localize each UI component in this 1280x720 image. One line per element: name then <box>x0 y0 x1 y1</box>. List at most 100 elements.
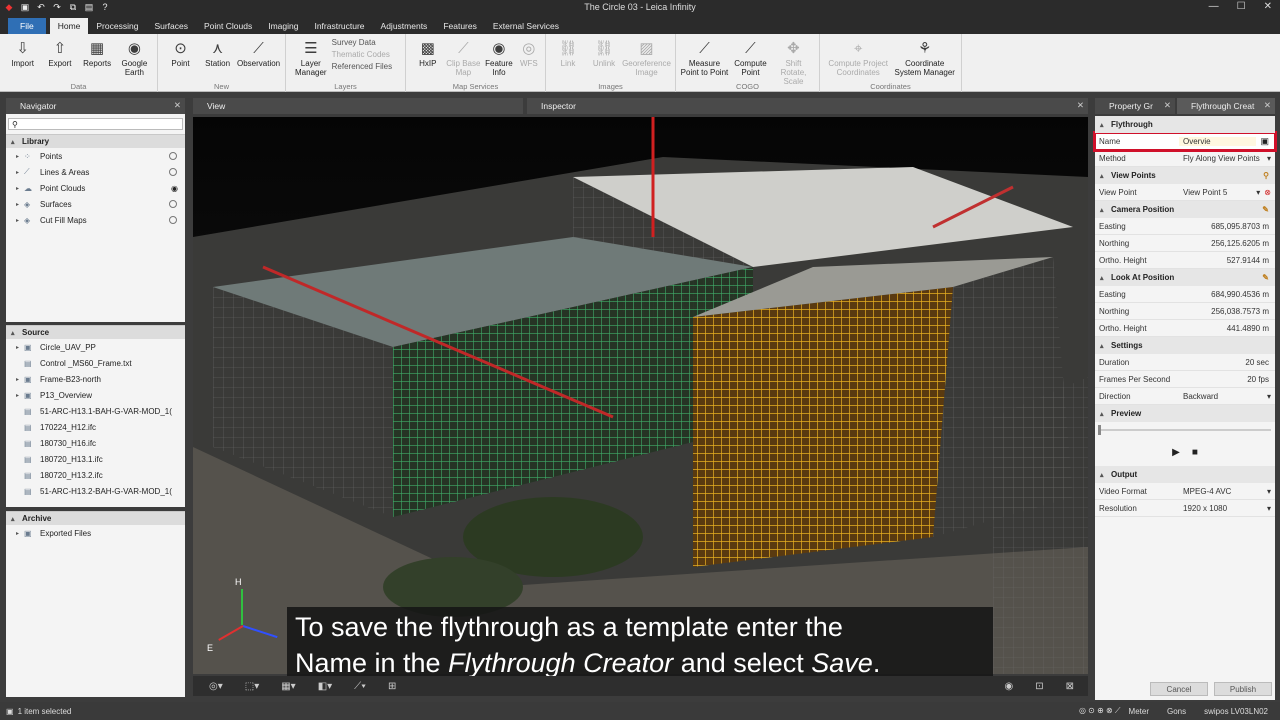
close-icon[interactable]: ✕ <box>1264 1 1272 12</box>
camera-position-section[interactable]: Camera Position✎ <box>1095 201 1275 218</box>
camera-easting-field[interactable]: 685,095.8703 m <box>1179 222 1275 231</box>
list-item[interactable]: ▸ ▣ Exported Files <box>6 525 185 541</box>
fps-field[interactable]: 20 fps <box>1179 375 1275 384</box>
units-selector[interactable]: Meter <box>1129 707 1149 716</box>
eye-icon[interactable]: ◉ <box>171 184 178 193</box>
play-icon[interactable]: ▶ <box>1172 447 1180 458</box>
settings-section[interactable]: Settings <box>1095 337 1275 354</box>
list-item[interactable]: ▸ ◈ Surfaces <box>6 196 185 212</box>
eye-icon[interactable]: ◉ <box>1004 681 1013 692</box>
camera-northing-field[interactable]: 256,125.6205 m <box>1179 239 1275 248</box>
navigation-icon[interactable]: ◎▾ <box>209 681 223 692</box>
tab-inspector[interactable]: Inspector ✕ <box>527 98 1088 114</box>
look-at-section[interactable]: Look At Position✎ <box>1095 269 1275 286</box>
group-data: ⇩ Import ⇧ Export ▦ Reports ◉ Google Earth D… <box>0 34 158 92</box>
cancel-button[interactable]: Cancel <box>1150 682 1208 696</box>
list-item[interactable]: ▤ 180730_H16.ifc <box>6 435 185 451</box>
fullscreen-icon[interactable]: ⊡ <box>1035 681 1043 692</box>
list-item[interactable]: ▤ 51-ARC-H13.1-BAH-G-VAR-MOD_1( <box>6 403 185 419</box>
duration-field[interactable]: 20 sec <box>1179 358 1275 367</box>
angle-selector[interactable]: Gons <box>1167 707 1186 716</box>
import-icon: ⇩ <box>16 40 29 57</box>
list-item[interactable]: ▤ Control _MS60_Frame.txt <box>6 355 185 371</box>
zoom-extent-icon[interactable]: ⊠ <box>1066 681 1074 692</box>
lookat-ortho-field[interactable]: 441.4890 m <box>1179 324 1275 333</box>
minimize-icon[interactable]: — <box>1209 1 1219 12</box>
resolution-select[interactable]: 1920 x 1080 <box>1179 504 1275 513</box>
save-icon[interactable]: ▣ <box>1260 136 1269 147</box>
source-header[interactable]: Source <box>6 325 185 339</box>
list-item[interactable]: ▸ ◈ Cut Fill Maps <box>6 212 185 228</box>
tab-infrastructure[interactable]: Infrastructure <box>306 18 372 34</box>
list-item[interactable]: ▸ ▣ Frame-B23-north <box>6 371 185 387</box>
thematic-codes-dropdown[interactable]: Thematic Codes <box>332 50 401 59</box>
title-bar: ◆ ▣ ↶ ↷ ⧉ ▤ ? The Circle 03 - Leica Infi… <box>0 0 1280 16</box>
tab-imaging[interactable]: Imaging <box>260 18 306 34</box>
selection-icon[interactable]: ⬚▾ <box>245 681 259 692</box>
lookat-northing-field[interactable]: 256,038.7573 m <box>1179 307 1275 316</box>
tab-features[interactable]: Features <box>435 18 485 34</box>
tab-adjustments[interactable]: Adjustments <box>373 18 436 34</box>
view-point-select[interactable]: View Point 5 <box>1179 188 1264 197</box>
archive-header[interactable]: Archive <box>6 511 185 525</box>
tab-point-clouds[interactable]: Point Clouds <box>196 18 260 34</box>
list-item[interactable]: ▤ 51-ARC-H13.2-BAH-G-VAR-MOD_1( <box>6 483 185 499</box>
visibility-toggle[interactable] <box>169 168 177 176</box>
tab-view[interactable]: View <box>193 98 523 114</box>
survey-data-dropdown[interactable]: Survey Data <box>332 38 401 47</box>
visibility-toggle[interactable] <box>169 152 177 160</box>
tab-property-grid[interactable]: Property Gr ✕ <box>1095 98 1175 114</box>
publish-button[interactable]: Publish <box>1214 682 1272 696</box>
shift-icon: ✥ <box>787 40 800 57</box>
name-field[interactable]: Overvie <box>1179 136 1257 146</box>
close-icon[interactable]: ✕ <box>1164 100 1171 111</box>
edit-icon[interactable]: ✎ <box>1262 273 1269 282</box>
video-format-select[interactable]: MPEG-4 AVC <box>1179 487 1275 496</box>
preview-slider[interactable] <box>1095 422 1275 438</box>
list-item[interactable]: ▸ ⁘ Points <box>6 148 185 164</box>
list-item[interactable]: ▸ ☁ Point Clouds ◉ <box>6 180 185 196</box>
maximize-icon[interactable]: ☐ <box>1237 1 1246 12</box>
direction-select[interactable]: Backward <box>1179 392 1275 401</box>
referenced-files-dropdown[interactable]: Referenced Files <box>332 62 401 71</box>
tab-processing[interactable]: Processing <box>88 18 146 34</box>
visibility-toggle[interactable] <box>169 216 177 224</box>
tab-flythrough-creator[interactable]: Flythrough Creat ✕ <box>1177 98 1275 114</box>
list-item[interactable]: ▤ 180720_H13.2.ifc <box>6 467 185 483</box>
search-input[interactable]: ⚲ <box>8 118 183 130</box>
clip-box-icon[interactable]: ⊞ <box>388 681 396 692</box>
preview-section[interactable]: Preview <box>1095 405 1275 422</box>
snap-icon[interactable]: ◎ ⊙ ⊕ ⊗ ⟋ <box>1079 706 1121 716</box>
flythrough-section[interactable]: Flythrough <box>1095 116 1275 133</box>
close-icon[interactable]: ✕ <box>1077 100 1084 111</box>
coordinate-system-status[interactable]: swipos LV03LN02 <box>1204 707 1268 716</box>
point-cloud-viewport[interactable]: H E <box>193 117 1088 674</box>
view-mode-icon[interactable]: ▦▾ <box>281 681 295 692</box>
axis-gizmo: H E <box>207 577 278 657</box>
list-item[interactable]: ▤ 180720_H13.1.ifc <box>6 451 185 467</box>
lookat-easting-field[interactable]: 684,990.4536 m <box>1179 290 1275 299</box>
close-icon[interactable]: ✕ <box>174 100 181 111</box>
delete-icon[interactable]: ⊗ <box>1264 188 1271 197</box>
render-icon[interactable]: ◧▾ <box>318 681 332 692</box>
pin-icon[interactable]: ⚲ <box>1263 171 1269 180</box>
view-points-section[interactable]: View Points⚲ <box>1095 167 1275 184</box>
visibility-toggle[interactable] <box>169 200 177 208</box>
stop-icon[interactable]: ■ <box>1192 447 1198 458</box>
camera-ortho-field[interactable]: 527.9144 m <box>1179 256 1275 265</box>
close-icon[interactable]: ✕ <box>1264 100 1271 111</box>
list-item[interactable]: ▤ 170224_H12.ifc <box>6 419 185 435</box>
output-section[interactable]: Output <box>1095 466 1275 483</box>
list-item[interactable]: ▸ ▣ P13_Overview <box>6 387 185 403</box>
image-icon: ▨ <box>639 40 654 57</box>
method-select[interactable]: Fly Along View Points <box>1179 154 1275 163</box>
list-item[interactable]: ▸ ▣ Circle_UAV_PP <box>6 339 185 355</box>
library-header[interactable]: Library <box>6 134 185 148</box>
tab-external-services[interactable]: External Services <box>485 18 567 34</box>
edit-icon[interactable]: ✎ <box>1262 205 1269 214</box>
tab-surfaces[interactable]: Surfaces <box>146 18 196 34</box>
measure-tool-icon[interactable]: ⟋▾ <box>354 681 366 692</box>
tab-home[interactable]: Home <box>49 18 89 34</box>
tab-file[interactable]: File <box>8 18 46 34</box>
list-item[interactable]: ▸ ⟋ Lines & Areas <box>6 164 185 180</box>
